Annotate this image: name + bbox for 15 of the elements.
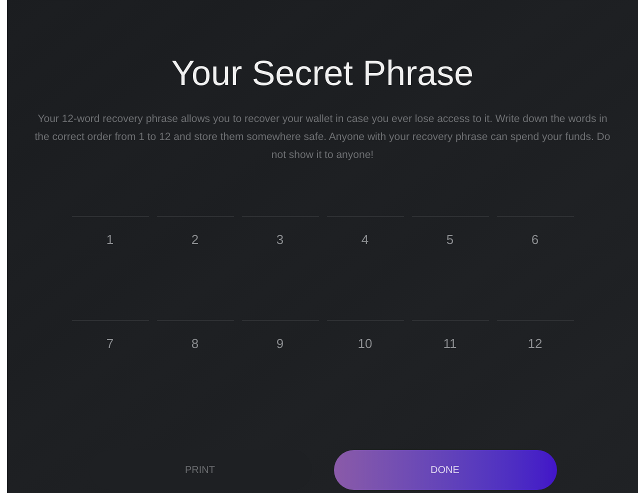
word-slot: 9 (242, 320, 318, 353)
description-text: Your 12-word recovery phrase allows you to recover your wallet in case you ever lose access to it. Write down the words in the correct order from 1 to 12 and store them somewhere safe. Anyone with your recovery phrase can spend your funds. Do not show it to anyone! (34, 112, 612, 163)
word-slot: 4 (326, 216, 404, 250)
word-slot: 5 (412, 216, 488, 250)
word-slot: 1 (72, 216, 148, 250)
word-slot: 8 (156, 320, 234, 353)
word-slot: 12 (496, 320, 574, 353)
word-slot: 11 (412, 320, 488, 353)
word-slot: 10 (326, 320, 404, 353)
word-slot: 7 (72, 320, 148, 353)
done-button[interactable]: DONE (334, 450, 556, 490)
word-slot: 6 (496, 216, 574, 250)
word-slot: 3 (242, 216, 318, 250)
word-slot: 2 (156, 216, 234, 250)
page-title: Your Secret Phrase (171, 53, 474, 95)
